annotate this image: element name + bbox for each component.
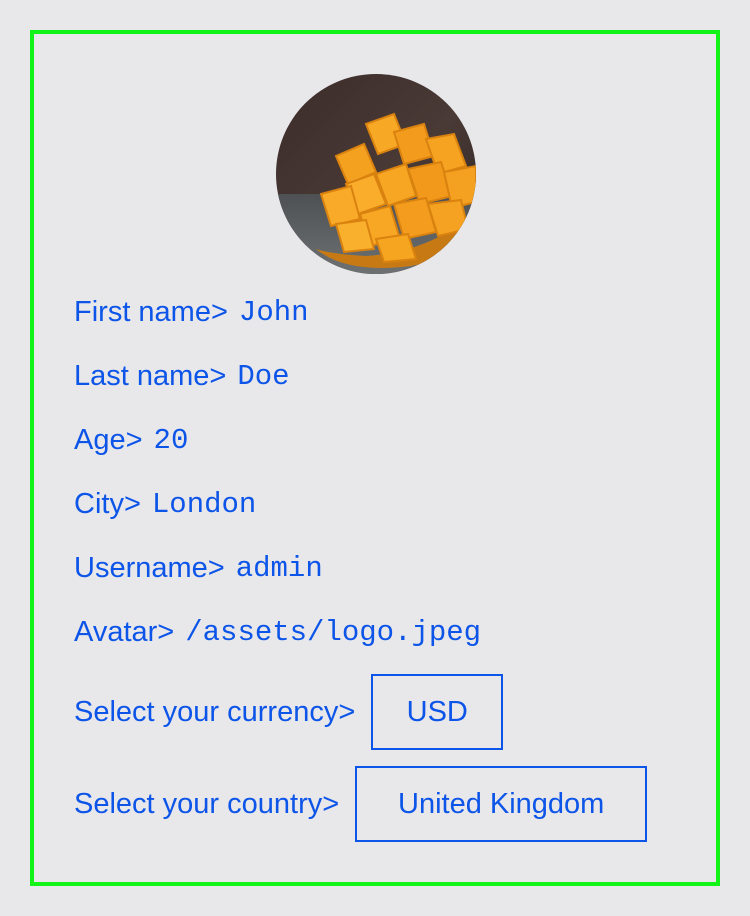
country-row: Select your country> United Kingdom [74, 766, 648, 842]
currency-label: Select your currency> [74, 695, 356, 728]
city-value: London [151, 487, 257, 521]
avatar-path-label: Avatar> [74, 615, 175, 648]
username-label: Username> [74, 551, 225, 584]
age-row: Age> 20 [74, 420, 188, 460]
avatar-path-value: /assets/logo.jpeg [185, 615, 482, 649]
first-name-value: John [238, 295, 309, 329]
avatar-path-row: Avatar> /assets/logo.jpeg [74, 612, 481, 652]
city-row: City> London [74, 484, 256, 524]
username-row: Username> admin [74, 548, 323, 588]
age-value: 20 [153, 423, 189, 457]
last-name-row: Last name> Doe [74, 356, 290, 396]
age-label: Age> [74, 423, 143, 456]
currency-select[interactable]: USD [371, 674, 504, 750]
profile-card: First name> John Last name> Doe Age> 20 … [30, 30, 720, 886]
city-label: City> [74, 487, 141, 520]
country-label: Select your country> [74, 787, 340, 820]
last-name-label: Last name> [74, 359, 227, 392]
currency-row: Select your currency> USD [74, 674, 504, 750]
first-name-row: First name> John [74, 292, 309, 332]
avatar-image [276, 74, 476, 274]
username-value: admin [235, 551, 323, 585]
country-select[interactable]: United Kingdom [355, 766, 648, 842]
avatar [276, 74, 476, 274]
last-name-value: Doe [237, 359, 290, 393]
first-name-label: First name> [74, 295, 228, 328]
